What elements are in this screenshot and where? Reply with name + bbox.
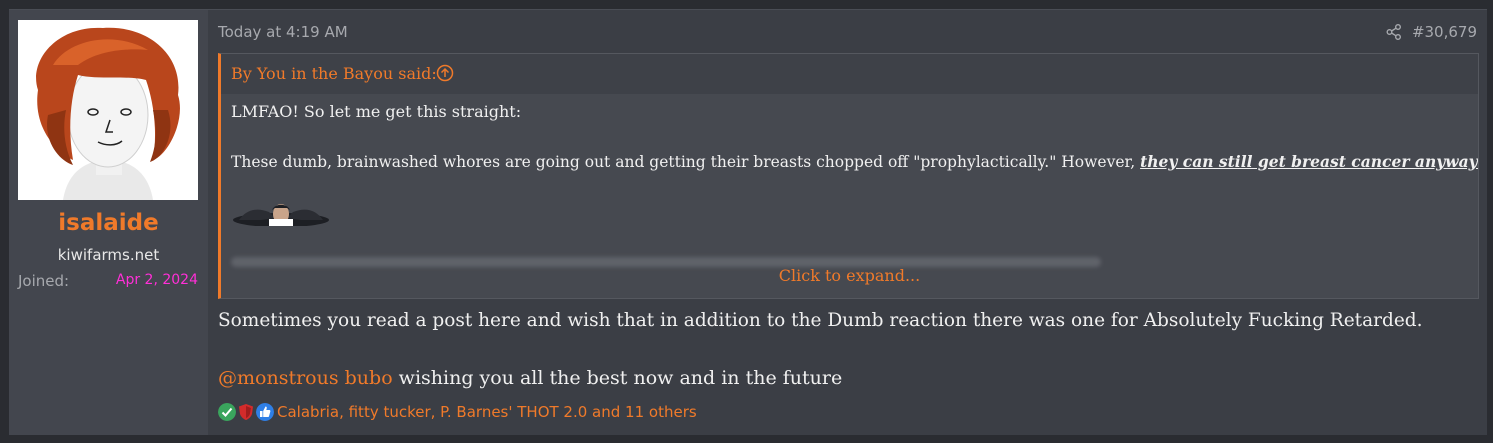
reactions-bar[interactable]: Calabria, fitty tucker, P. Barnes' THOT … <box>218 400 818 424</box>
quote-line: These dumb, brainwashed whores are going… <box>231 152 1479 171</box>
expand-quote-link[interactable]: Click to expand... <box>221 266 1478 285</box>
joined-date: Apr 2, 2024 <box>115 272 198 288</box>
user-sidebar: isalaide kiwifarms.net Joined: Apr 2, 20… <box>9 10 208 435</box>
reaction-users-link[interactable]: Calabria, fitty tucker, P. Barnes' THOT … <box>277 403 697 421</box>
quote-header: By You in the Bayou said: <box>221 54 1478 94</box>
share-icon[interactable] <box>1385 23 1403 41</box>
thumbs-up-reaction-icon <box>256 403 274 421</box>
quote-text: These dumb, brainwashed whores are going… <box>231 153 1141 171</box>
quote-line: LMFAO! So let me get this straight: <box>231 102 522 121</box>
joined-label: Joined: <box>18 272 70 290</box>
user-title: kiwifarms.net <box>57 246 160 264</box>
username[interactable]: isalaide <box>9 210 208 236</box>
quote-attribution[interactable]: By You in the Bayou said: <box>231 64 437 83</box>
message-text: Sometimes you read a post here and wish … <box>218 310 1423 331</box>
post-date[interactable]: Today at 4:19 AM <box>218 23 348 41</box>
message-text: @monstrous bubo wishing you all the best… <box>218 367 842 389</box>
check-reaction-icon <box>218 403 236 421</box>
quote-block: By You in the Bayou said: LMFAO! So let … <box>218 53 1479 299</box>
avatar[interactable] <box>18 20 198 200</box>
smilie-image <box>233 204 329 226</box>
arrow-up-circle-icon[interactable] <box>436 64 454 82</box>
avatar-image <box>18 20 198 200</box>
post-content: Today at 4:19 AM #30,679 By You in the B… <box>208 10 1487 435</box>
shield-reaction-icon <box>239 404 253 420</box>
post-container: isalaide kiwifarms.net Joined: Apr 2, 20… <box>9 9 1487 435</box>
quote-emphasis: they can still get breast cancer anyway? <box>1140 152 1479 171</box>
message-text-continued: wishing you all the best now and in the … <box>392 367 843 389</box>
user-mention-link[interactable]: @monstrous bubo <box>218 367 393 389</box>
post-number[interactable]: #30,679 <box>1412 23 1477 41</box>
